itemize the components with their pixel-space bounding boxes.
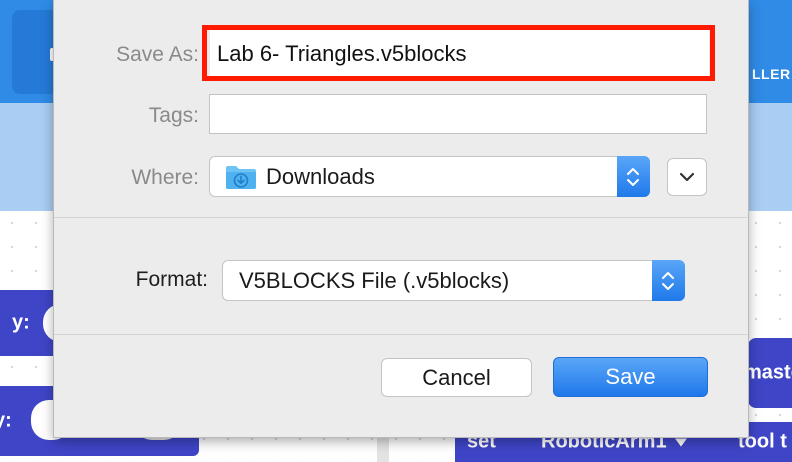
format-popup-arrows [652, 260, 685, 301]
tags-label: Tags: [148, 104, 199, 127]
cancel-button-label: Cancel [422, 364, 491, 390]
where-value: Downloads [266, 163, 375, 189]
divider [54, 217, 748, 218]
chevron-down-icon [679, 172, 695, 182]
save-button-label: Save [605, 364, 656, 389]
downloads-folder-icon [226, 166, 256, 189]
code-block-master[interactable]: maste [744, 338, 792, 408]
block-label-y: y: [0, 409, 12, 432]
chevron-down-icon [674, 438, 687, 447]
format-label: Format: [135, 268, 208, 291]
divider [54, 334, 748, 335]
up-down-chevron-icon [627, 167, 639, 186]
tags-input[interactable] [209, 94, 707, 134]
where-label: Where: [131, 166, 199, 189]
save-as-label: Save As: [116, 43, 199, 66]
up-down-chevron-icon [662, 271, 674, 290]
save-dialog: Save As: Lab 6- Triangles.v5blocks Tags:… [54, 0, 748, 437]
where-popup[interactable]: Downloads [209, 156, 650, 197]
expand-dialog-button[interactable] [667, 158, 707, 196]
block-label-master: maste [744, 361, 792, 384]
format-popup[interactable]: V5BLOCKS File (.v5blocks) [222, 260, 685, 301]
where-popup-arrows [617, 156, 650, 197]
block-label-y: y: [12, 311, 30, 334]
format-value: V5BLOCKS File (.v5blocks) [239, 267, 510, 293]
filename-highlight [202, 25, 715, 81]
save-button[interactable]: Save [553, 357, 708, 397]
controller-label[interactable]: LLER [752, 66, 791, 82]
cancel-button[interactable]: Cancel [381, 358, 532, 397]
